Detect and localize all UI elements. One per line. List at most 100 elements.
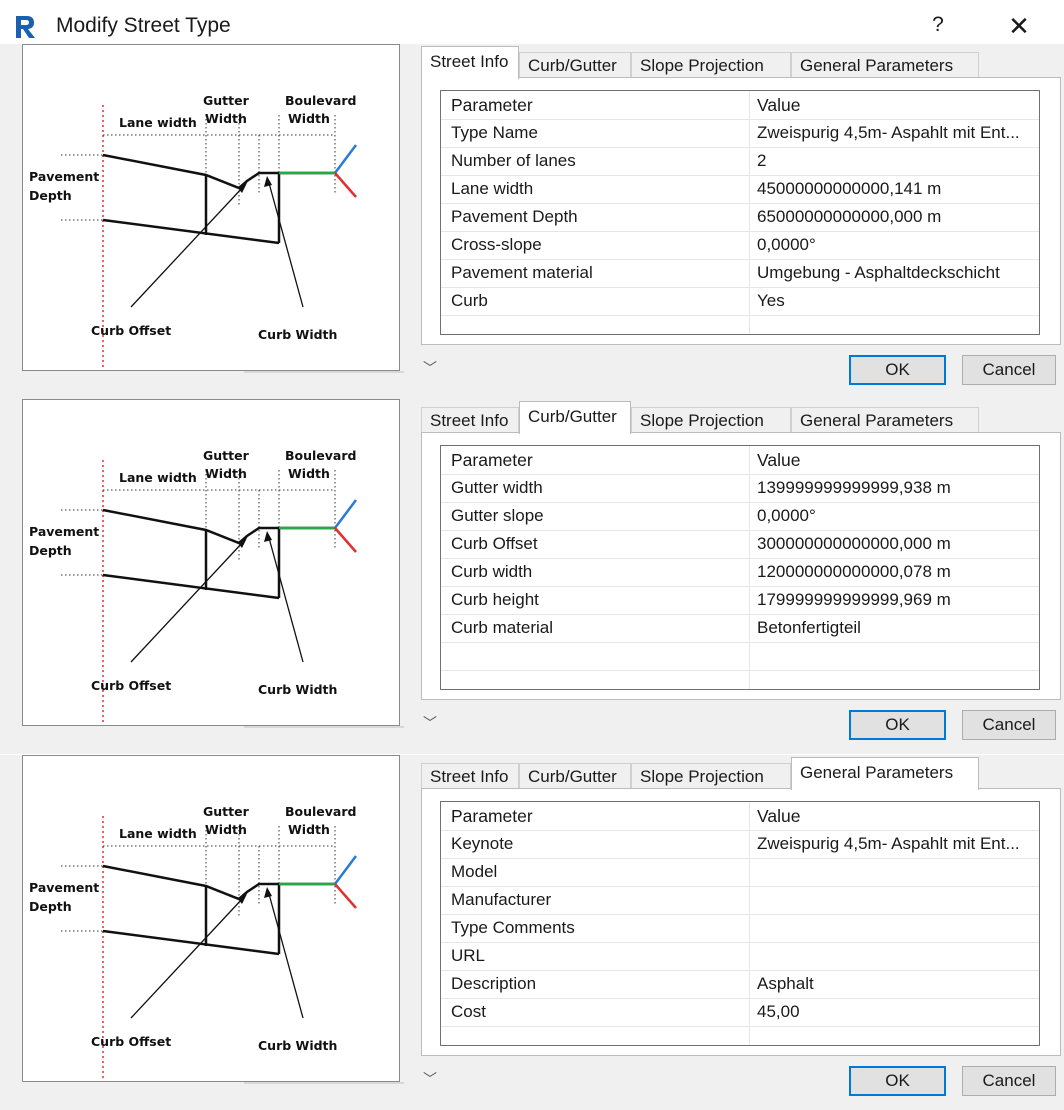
ok-button[interactable]: OK xyxy=(849,1066,946,1096)
parameter-value[interactable]: Zweispurig 4,5m- Aspahlt mit Ent... xyxy=(757,119,1035,147)
parameter-value[interactable]: Yes xyxy=(757,287,1035,315)
parameter-value[interactable]: 120000000000000,078 m xyxy=(757,558,1035,586)
parameter-row[interactable]: Curb width 120000000000000,078 m xyxy=(441,558,1039,587)
parameter-value[interactable] xyxy=(757,914,1035,942)
header-parameter: Parameter xyxy=(451,450,533,470)
grid-header-row: Parameter Value xyxy=(441,446,1039,475)
tab-general-parameters[interactable]: General Parameters xyxy=(791,52,979,78)
parameter-name: Keynote xyxy=(451,834,514,853)
parameter-name: Lane width xyxy=(451,179,534,198)
diagram-label-curb-offset: Curb Offset xyxy=(91,1034,171,1049)
parameter-row[interactable]: Lane width 45000000000000,141 m xyxy=(441,175,1039,204)
parameter-value[interactable]: Umgebung - Asphaltdeckschicht xyxy=(757,259,1035,287)
diagram-label-boulevard: Boulevard xyxy=(285,804,356,819)
diagram-label-gutter: Gutter xyxy=(203,448,250,463)
diagram-label-boulevard: Boulevard xyxy=(285,93,356,108)
parameter-name: Gutter slope xyxy=(451,506,544,525)
parameter-row[interactable]: Gutter width 139999999999999,938 m xyxy=(441,474,1039,503)
header-value: Value xyxy=(757,450,801,470)
tab-curb-gutter[interactable]: Curb/Gutter xyxy=(519,401,631,434)
tab-slope-projection[interactable]: Slope Projection xyxy=(631,52,791,78)
chevron-down-icon[interactable]: ﹀ xyxy=(408,1068,452,1090)
parameter-row[interactable]: Number of lanes 2 xyxy=(441,147,1039,176)
diagram-label-boulevard-width: Width xyxy=(288,466,330,481)
parameter-row[interactable]: Cost 45,00 xyxy=(441,998,1039,1027)
parameter-row[interactable] xyxy=(441,642,1039,671)
parameter-value[interactable]: Asphalt xyxy=(757,970,1035,998)
parameter-row[interactable]: Description Asphalt xyxy=(441,970,1039,999)
cancel-button[interactable]: Cancel xyxy=(962,1066,1056,1096)
diagram-label-depth: Depth xyxy=(29,899,72,914)
parameter-row[interactable]: Curb Yes xyxy=(441,287,1039,316)
chevron-down-icon[interactable]: ﹀ xyxy=(408,712,452,734)
street-cross-section-diagram: Gutter Width Boulevard Width Lane width … xyxy=(22,755,400,1082)
ok-button[interactable]: OK xyxy=(849,355,946,385)
diagram-label-depth: Depth xyxy=(29,188,72,203)
parameter-name: Gutter width xyxy=(451,478,543,497)
parameter-name: Model xyxy=(451,862,498,881)
diagram-label-lane-width: Lane width xyxy=(119,470,197,485)
parameter-value[interactable] xyxy=(757,858,1035,886)
parameter-row[interactable]: Gutter slope 0,0000° xyxy=(441,502,1039,531)
street-type-panel-1: Gutter Width Boulevard Width Lane width … xyxy=(0,44,1064,399)
help-button[interactable]: ? xyxy=(926,13,950,37)
header-value: Value xyxy=(757,95,801,115)
parameter-value[interactable]: 0,0000° xyxy=(757,502,1035,530)
close-button[interactable]: ✕ xyxy=(1004,11,1034,42)
parameter-row[interactable]: Curb Offset 300000000000000,000 m xyxy=(441,530,1039,559)
parameter-row[interactable]: Manufacturer xyxy=(441,886,1039,915)
parameter-value[interactable]: 45,00 xyxy=(757,998,1035,1026)
street-type-panel-2: Gutter Width Boulevard Width Lane width … xyxy=(0,399,1064,754)
diagram-label-curb-width: Curb Width xyxy=(258,1038,337,1053)
chevron-down-icon[interactable]: ﹀ xyxy=(408,357,452,379)
parameter-row[interactable]: Model xyxy=(441,858,1039,887)
parameter-name: Type Name xyxy=(451,123,538,142)
parameter-value[interactable]: 300000000000000,000 m xyxy=(757,530,1035,558)
parameter-grid: Parameter Value Keynote Zweispurig 4,5m- … xyxy=(440,801,1040,1046)
parameter-value[interactable]: 179999999999999,969 m xyxy=(757,586,1035,614)
parameter-row[interactable]: Type Comments xyxy=(441,914,1039,943)
parameter-value[interactable]: Betonfertigteil xyxy=(757,614,1035,642)
parameter-value[interactable] xyxy=(757,886,1035,914)
parameter-grid: Parameter Value Type Name Zweispurig 4,5m… xyxy=(440,90,1040,335)
tab-general-parameters[interactable]: General Parameters xyxy=(791,757,979,790)
dialog-title: Modify Street Type xyxy=(56,14,231,37)
tab-slope-projection[interactable]: Slope Projection xyxy=(631,763,791,789)
parameter-value[interactable]: 139999999999999,938 m xyxy=(757,474,1035,502)
parameter-row[interactable]: Pavement material Umgebung - Asphaltdecks… xyxy=(441,259,1039,288)
parameter-row[interactable]: Pavement Depth 65000000000000,000 m xyxy=(441,203,1039,232)
diagram-label-curb-offset: Curb Offset xyxy=(91,323,171,338)
tab-general-parameters[interactable]: General Parameters xyxy=(791,407,979,433)
parameter-value[interactable]: 45000000000000,141 m xyxy=(757,175,1035,203)
parameter-row[interactable]: Curb material Betonfertigteil xyxy=(441,614,1039,643)
parameter-value[interactable]: 2 xyxy=(757,147,1035,175)
tab-curb-gutter[interactable]: Curb/Gutter xyxy=(519,763,631,789)
parameter-name: Cross-slope xyxy=(451,235,542,254)
street-cross-section-diagram: Gutter Width Boulevard Width Lane width … xyxy=(22,399,400,726)
parameter-value[interactable] xyxy=(757,942,1035,970)
diagram-label-gutter-width: Width xyxy=(205,111,247,126)
parameter-value[interactable]: 0,0000° xyxy=(757,231,1035,259)
parameter-value[interactable]: 65000000000000,000 m xyxy=(757,203,1035,231)
diagram-label-gutter: Gutter xyxy=(203,93,250,108)
parameter-row[interactable]: Type Name Zweispurig 4,5m- Aspahlt mit En… xyxy=(441,119,1039,148)
header-parameter: Parameter xyxy=(451,806,533,826)
tab-slope-projection[interactable]: Slope Projection xyxy=(631,407,791,433)
parameter-value[interactable] xyxy=(757,642,1035,670)
tab-content: Parameter Value Type Name Zweispurig 4,5m… xyxy=(421,77,1061,345)
parameter-row[interactable]: Cross-slope 0,0000° xyxy=(441,231,1039,260)
tab-street-info[interactable]: Street Info xyxy=(421,46,519,79)
tab-curb-gutter[interactable]: Curb/Gutter xyxy=(519,52,631,78)
diagram-label-boulevard: Boulevard xyxy=(285,448,356,463)
cancel-button[interactable]: Cancel xyxy=(962,355,1056,385)
parameter-name: Curb height xyxy=(451,590,539,609)
parameter-row[interactable]: URL xyxy=(441,942,1039,971)
ok-button[interactable]: OK xyxy=(849,710,946,740)
cancel-button[interactable]: Cancel xyxy=(962,710,1056,740)
parameter-value[interactable]: Zweispurig 4,5m- Aspahlt mit Ent... xyxy=(757,830,1035,858)
parameter-row[interactable]: Keynote Zweispurig 4,5m- Aspahlt mit Ent.… xyxy=(441,830,1039,859)
parameter-row[interactable]: Curb height 179999999999999,969 m xyxy=(441,586,1039,615)
revit-logo-icon xyxy=(16,16,35,38)
tab-street-info[interactable]: Street Info xyxy=(421,763,519,789)
tab-street-info[interactable]: Street Info xyxy=(421,407,519,433)
